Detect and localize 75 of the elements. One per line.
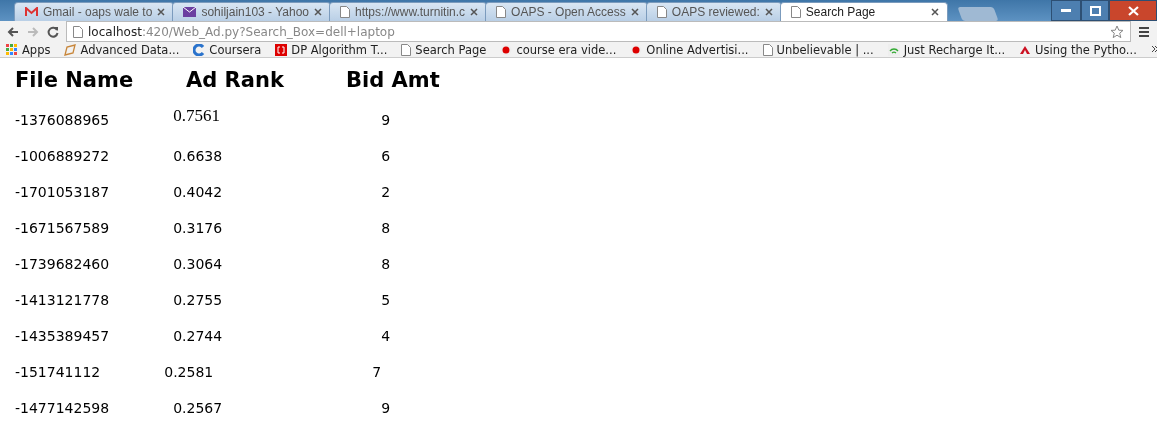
ad-rank-text: 0.2567	[173, 400, 224, 416]
ad-rank-text: 0.4042	[173, 184, 224, 200]
minimize-icon	[1061, 9, 1071, 12]
column-header: Bid Amt	[346, 68, 441, 92]
bracket-icon	[275, 43, 288, 56]
page-icon	[496, 6, 507, 18]
bookmark-link[interactable]: Just Recharge It...	[903, 42, 1006, 57]
bid-amount-text: 6	[381, 148, 391, 164]
bookmark-link[interactable]: Unbelievable | ...	[776, 42, 874, 57]
maximize-button[interactable]	[1081, 0, 1109, 21]
star-icon[interactable]	[1110, 24, 1124, 39]
browser-tab[interactable]: OAPS - Open Access	[485, 2, 648, 21]
page-icon	[340, 6, 351, 18]
browser-tab[interactable]: Gmail - oaps wale to	[14, 2, 175, 21]
ad-rank-text: 0.2755	[173, 292, 224, 308]
bid-amount-text: 2	[381, 184, 391, 200]
file-name-text: -1477142598	[15, 400, 110, 416]
bookmark-link[interactable]: course era vide...	[516, 42, 617, 57]
ad-rank-text: 0.2744	[173, 328, 224, 344]
envelope-icon	[183, 7, 197, 17]
bookmark-link[interactable]: Using the Pytho...	[1035, 42, 1137, 57]
bookmark-link[interactable]: DP Algorithm T...	[291, 42, 388, 57]
file-name-text: -1701053187	[15, 184, 110, 200]
ad-rank-text: 0.2581	[164, 364, 215, 380]
file-name-text: -1435389457	[15, 328, 110, 344]
bid-amount-text: 8	[381, 220, 391, 236]
bookmark-link[interactable]: Coursera	[209, 42, 262, 57]
chart-icon	[64, 43, 77, 56]
column-header: File Name	[15, 68, 135, 92]
bid-amount-text: 9	[381, 112, 391, 128]
ad-rank-text: 0.6638	[173, 148, 224, 164]
reload-icon[interactable]	[46, 24, 60, 39]
bid-amount-text: 8	[381, 256, 391, 272]
bookmark-link[interactable]: Advanced Data...	[80, 42, 180, 57]
page-icon	[762, 43, 773, 56]
file-name-text: -1006889272	[15, 148, 110, 164]
close-icon[interactable]	[630, 8, 639, 16]
page-icon	[790, 6, 801, 18]
close-button[interactable]	[1109, 0, 1157, 21]
browser-tab[interactable]: Search Page	[779, 2, 948, 21]
menu-icon[interactable]	[1137, 24, 1151, 39]
apps-grid-icon	[6, 43, 18, 56]
browser-tab[interactable]: OAPS reviewed:	[645, 2, 782, 21]
minimize-button[interactable]	[1051, 0, 1081, 21]
browser-tab[interactable]: https://www.turnitin.c	[329, 2, 488, 21]
page-icon	[656, 6, 667, 18]
file-name-text: -1376088965	[15, 112, 110, 128]
maximize-icon	[1089, 5, 1101, 16]
bookmark-link[interactable]: Online Advertisi...	[646, 42, 749, 57]
close-icon[interactable]	[930, 8, 939, 16]
bookmark-link[interactable]: Apps	[22, 42, 51, 57]
ad-rank-text: 0.7561	[173, 106, 221, 126]
bid-amount-text: 5	[381, 292, 391, 308]
back-icon[interactable]	[6, 24, 20, 39]
ad-rank-text: 0.3176	[173, 220, 224, 236]
close-icon	[1127, 5, 1139, 16]
close-icon[interactable]	[157, 8, 166, 16]
file-name-text: -151741112	[15, 364, 101, 380]
bookmark-link[interactable]: Search Page	[415, 42, 487, 57]
close-icon[interactable]	[764, 8, 773, 16]
file-name-text: -1671567589	[15, 220, 110, 236]
close-icon[interactable]	[314, 8, 323, 16]
ad-rank-text: 0.3064	[173, 256, 224, 272]
bid-amount-text: 4	[381, 328, 391, 344]
c-logo-icon	[193, 43, 206, 56]
page-icon	[73, 25, 83, 38]
close-icon[interactable]	[470, 8, 479, 16]
file-name-text: -1739682460	[15, 256, 110, 272]
file-name-text: -1413121778	[15, 292, 110, 308]
browser-tab[interactable]: sohiljain103 - Yahoo	[172, 2, 332, 21]
bid-amount-text: 9	[381, 400, 391, 416]
page-icon	[401, 43, 412, 56]
bid-amount-text: 7	[372, 364, 382, 380]
m-logo-icon	[25, 7, 38, 17]
column-header: Ad Rank	[186, 68, 285, 92]
